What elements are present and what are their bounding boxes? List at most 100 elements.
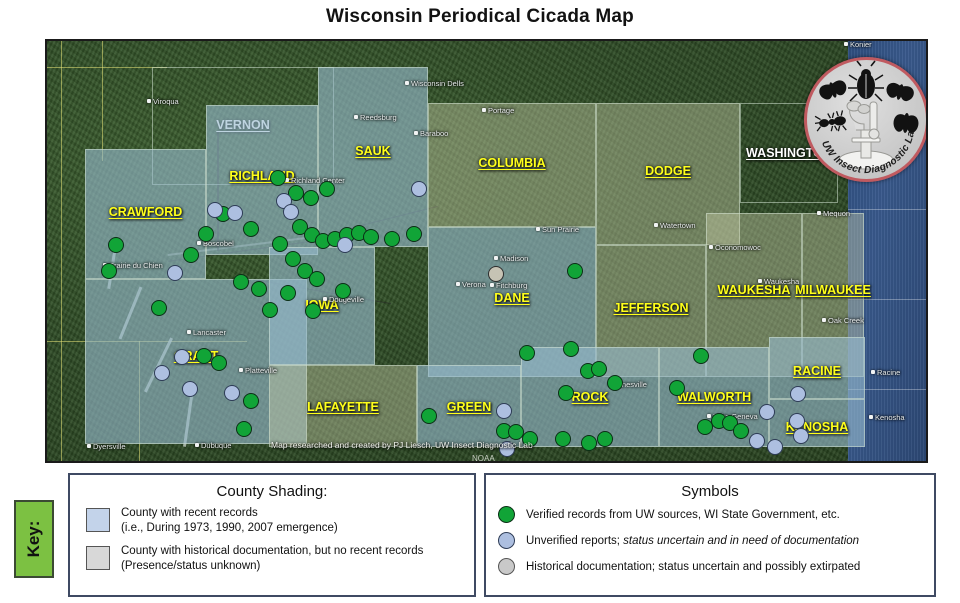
record-dot-verified[interactable] (363, 229, 379, 245)
record-dot-unverified[interactable] (789, 413, 805, 429)
city-dubuque: Dubuque (195, 441, 231, 450)
record-dot-verified[interactable] (236, 421, 252, 437)
record-dot-unverified[interactable] (167, 265, 183, 281)
county-walworth[interactable]: WALWORTH (659, 347, 769, 447)
cicada-map[interactable]: VERNONCRAWFORDRICHLANDSAUKCOLUMBIADODGEW… (45, 39, 928, 463)
record-dot-verified[interactable] (607, 375, 623, 391)
county-label-sauk: SAUK (355, 144, 391, 158)
record-dot-verified[interactable] (108, 237, 124, 253)
record-dot-verified[interactable] (270, 170, 286, 186)
record-dot-unverified[interactable] (793, 428, 809, 444)
county-racine[interactable]: RACINE (769, 337, 865, 399)
record-dot-verified[interactable] (733, 423, 749, 439)
record-dot-verified[interactable] (243, 221, 259, 237)
record-dot-unverified[interactable] (767, 439, 783, 455)
record-dot-unverified[interactable] (749, 433, 765, 449)
legend-symbols: Symbols Verified records from UW sources… (484, 473, 936, 597)
county-kenosha[interactable]: KENOSHA (769, 399, 865, 447)
record-dot-verified[interactable] (303, 190, 319, 206)
record-dot-unverified[interactable] (759, 404, 775, 420)
legend-recent-line1: County with recent records (121, 507, 258, 519)
city-marker-icon (482, 108, 486, 112)
record-dot-historical[interactable] (488, 266, 504, 282)
record-dot-unverified[interactable] (224, 385, 240, 401)
legend-verified-text: Verified records from UW sources, WI Sta… (526, 509, 840, 521)
record-dot-verified[interactable] (243, 393, 259, 409)
legend-historical-text: County with historical documentation, bu… (121, 544, 423, 574)
legend-symbol-verified: Verified records from UW sources, WI Sta… (498, 506, 934, 523)
record-dot-verified[interactable] (406, 226, 422, 242)
logo-graphic: UW Insect Diagnostic Lab (807, 60, 919, 176)
record-dot-verified[interactable] (384, 231, 400, 247)
record-dot-verified[interactable] (309, 271, 325, 287)
swatch-historical-records (86, 546, 110, 570)
city-waukesha: Waukesha (758, 277, 799, 286)
city-sun-prairie: Sun Prairie (536, 225, 579, 234)
record-dot-verified[interactable] (558, 385, 574, 401)
state-line-west (61, 41, 62, 461)
record-dot-verified[interactable] (305, 303, 321, 319)
county-iowa[interactable]: IOWA (269, 247, 375, 365)
record-dot-unverified[interactable] (182, 381, 198, 397)
city-portage: Portage (482, 106, 514, 115)
city-marker-icon (709, 245, 713, 249)
historical-dot-icon (498, 558, 515, 575)
record-dot-verified[interactable] (591, 361, 607, 377)
record-dot-verified[interactable] (563, 341, 579, 357)
map-attribution: Map researched and created by PJ Liesch,… (271, 440, 533, 450)
record-dot-unverified[interactable] (411, 181, 427, 197)
record-dot-unverified[interactable] (496, 403, 512, 419)
record-dot-unverified[interactable] (283, 204, 299, 220)
city-marker-icon (494, 256, 498, 260)
record-dot-verified[interactable] (198, 226, 214, 242)
record-dot-verified[interactable] (233, 274, 249, 290)
city-marker-icon (197, 241, 201, 245)
county-lafayette[interactable]: LAFAYETTE (269, 365, 417, 447)
city-verona: Verona (456, 280, 486, 289)
legend-county-shading: County Shading: County with recent recor… (68, 473, 476, 597)
state-line-grid (102, 41, 103, 161)
city-madison: Madison (494, 254, 528, 263)
record-dot-verified[interactable] (335, 283, 351, 299)
record-dot-unverified[interactable] (174, 349, 190, 365)
record-dot-unverified[interactable] (154, 365, 170, 381)
record-dot-verified[interactable] (280, 285, 296, 301)
county-sauk[interactable]: SAUK (318, 67, 428, 247)
verified-dot-icon (498, 506, 515, 523)
record-dot-verified[interactable] (597, 431, 613, 447)
city-marker-icon (195, 443, 199, 447)
record-dot-verified[interactable] (555, 431, 571, 447)
page-title: Wisconsin Periodical Cicada Map (325, 6, 634, 27)
record-dot-verified[interactable] (421, 408, 437, 424)
record-dot-verified[interactable] (567, 263, 583, 279)
record-dot-unverified[interactable] (227, 205, 243, 221)
record-dot-unverified[interactable] (790, 386, 806, 402)
record-dot-verified[interactable] (101, 263, 117, 279)
record-dot-verified[interactable] (183, 247, 199, 263)
record-dot-verified[interactable] (693, 348, 709, 364)
city-reedsburg: Reedsburg (354, 113, 397, 122)
county-columbia[interactable]: COLUMBIA (428, 103, 596, 227)
record-dot-verified[interactable] (251, 281, 267, 297)
state-line-grid (47, 67, 167, 68)
record-dot-unverified[interactable] (337, 237, 353, 253)
record-dot-verified[interactable] (319, 181, 335, 197)
record-dot-verified[interactable] (196, 348, 212, 364)
record-dot-verified[interactable] (581, 435, 597, 451)
record-dot-verified[interactable] (151, 300, 167, 316)
city-marker-icon (536, 227, 540, 231)
legend-symbol-historical: Historical documentation; status uncerta… (498, 558, 934, 575)
county-rock[interactable]: ROCK (521, 347, 659, 447)
city-watertown: Watertown (654, 221, 696, 230)
record-dot-verified[interactable] (272, 236, 288, 252)
record-dot-verified[interactable] (519, 345, 535, 361)
city-oconomowoc: Oconomowoc (709, 243, 761, 252)
record-dot-verified[interactable] (669, 380, 685, 396)
record-dot-unverified[interactable] (207, 202, 223, 218)
record-dot-verified[interactable] (211, 355, 227, 371)
map-canvas: VERNONCRAWFORDRICHLANDSAUKCOLUMBIADODGEW… (47, 41, 926, 461)
city-marker-icon (456, 282, 460, 286)
county-label-lafayette: LAFAYETTE (307, 400, 379, 414)
record-dot-verified[interactable] (262, 302, 278, 318)
city-marker-icon (817, 211, 821, 215)
